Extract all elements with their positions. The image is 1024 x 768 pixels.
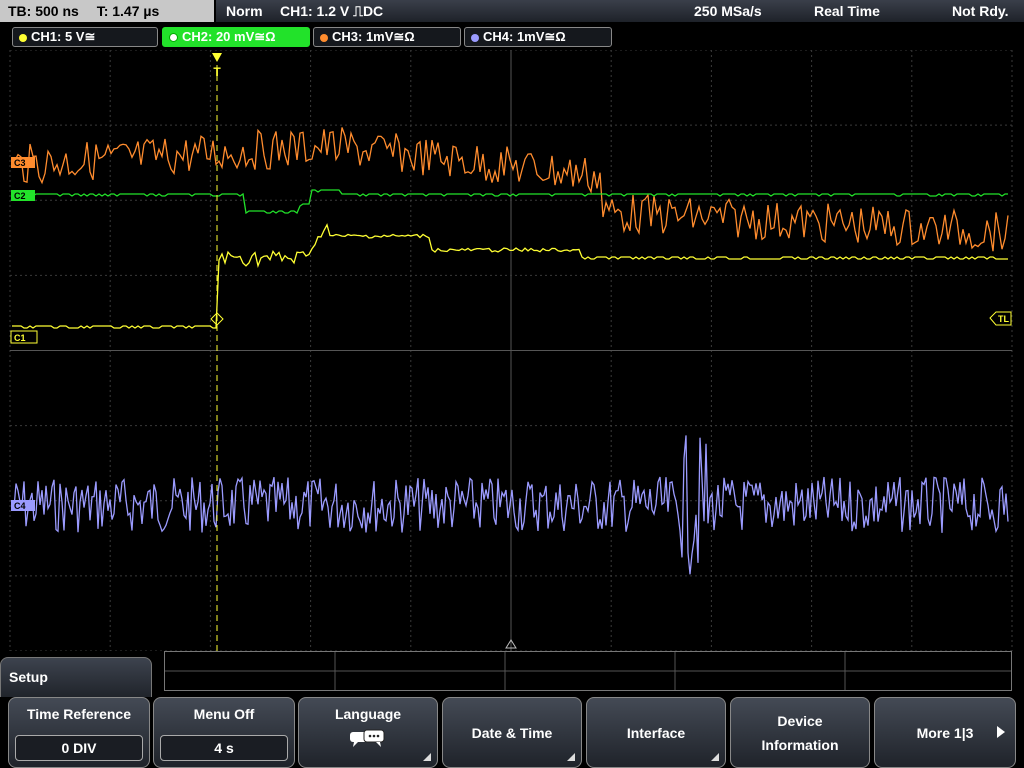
ready-status: Not Rdy. (952, 3, 1009, 19)
tab-ch1[interactable]: CH1: 5 V≅ (12, 27, 158, 47)
time-reference-button[interactable]: Time Reference 0 DIV (8, 697, 150, 768)
language-button[interactable]: Language (298, 697, 438, 768)
trigger-source-info[interactable]: CH1: 1.2 V ⎍DC (280, 0, 383, 22)
svg-text:C3: C3 (14, 158, 26, 168)
ch2-dot-icon (169, 33, 178, 43)
device-information-label: Device Information (761, 712, 839, 753)
menu-off-button[interactable]: Menu Off 4 s (153, 697, 295, 768)
svg-text:C4: C4 (14, 501, 26, 511)
ch4-label: CH4: 1mV≅Ω (483, 29, 566, 44)
language-label: Language (334, 706, 402, 722)
timebase-panel[interactable]: TB: 500 ns T: 1.47 µs (0, 0, 214, 22)
channel-tabs: CH1: 5 V≅ CH2: 20 mV≅Ω CH3: 1mV≅Ω CH4: 1… (0, 24, 1024, 50)
svg-text:C2: C2 (14, 191, 26, 201)
menu-title: Setup (0, 657, 152, 697)
ch3-level-marker[interactable]: C3 (11, 157, 35, 168)
next-arrow-icon (997, 726, 1005, 738)
submenu-corner-icon (567, 753, 575, 761)
ch4-dot-icon (471, 33, 479, 42)
sample-rate: 250 MSa/s (694, 3, 762, 19)
svg-text:TL: TL (998, 314, 1009, 324)
ch1-dot-icon (19, 33, 27, 42)
tab-ch4[interactable]: CH4: 1mV≅Ω (464, 27, 612, 47)
time-reference-value: 0 DIV (15, 735, 143, 761)
zoom-overview-area (164, 651, 1012, 691)
date-time-button[interactable]: Date & Time (442, 697, 582, 768)
ch3-label: CH3: 1mV≅Ω (332, 29, 415, 44)
more-button[interactable]: More 1|3 (874, 697, 1016, 768)
time-reference-label: Time Reference (26, 706, 131, 722)
tab-ch2[interactable]: CH2: 20 mV≅Ω (162, 27, 310, 47)
trigger-time-label: T: 1.47 µs (96, 3, 160, 19)
interface-button[interactable]: Interface (586, 697, 726, 768)
acquisition-mode: Real Time (814, 3, 880, 19)
svg-text:C1: C1 (14, 333, 26, 343)
ch2-level-marker[interactable]: C2 (11, 190, 35, 201)
submenu-corner-icon (423, 753, 431, 761)
device-information-button[interactable]: Device Information (730, 697, 870, 768)
waveform-display[interactable]: T C3 C2 C1 C4 TL (0, 50, 1024, 651)
timebase-label: TB: 500 ns (8, 3, 79, 19)
ch2-label: CH2: 20 mV≅Ω (182, 29, 276, 44)
ch4-level-marker[interactable]: C4 (11, 500, 35, 511)
menu-off-value: 4 s (160, 735, 288, 761)
trigger-pos-label: T (213, 65, 221, 79)
trigger-mode[interactable]: Norm (226, 0, 263, 22)
more-label: More 1|3 (916, 724, 974, 741)
date-time-label: Date & Time (471, 724, 553, 741)
tab-ch3[interactable]: CH3: 1mV≅Ω (313, 27, 461, 47)
ch1-label: CH1: 5 V≅ (31, 29, 96, 44)
interface-label: Interface (626, 724, 686, 741)
ch3-dot-icon (320, 33, 328, 42)
submenu-corner-icon (711, 753, 719, 761)
acquisition-status-bar: Norm CH1: 1.2 V ⎍DC 250 MSa/s Real Time … (216, 0, 1024, 22)
softkey-bar: Time Reference 0 DIV Menu Off 4 s Langua… (0, 697, 1024, 768)
ch1-level-marker[interactable]: C1 (10, 330, 38, 344)
menu-off-label: Menu Off (193, 706, 255, 722)
speech-bubble-icon (350, 729, 385, 747)
